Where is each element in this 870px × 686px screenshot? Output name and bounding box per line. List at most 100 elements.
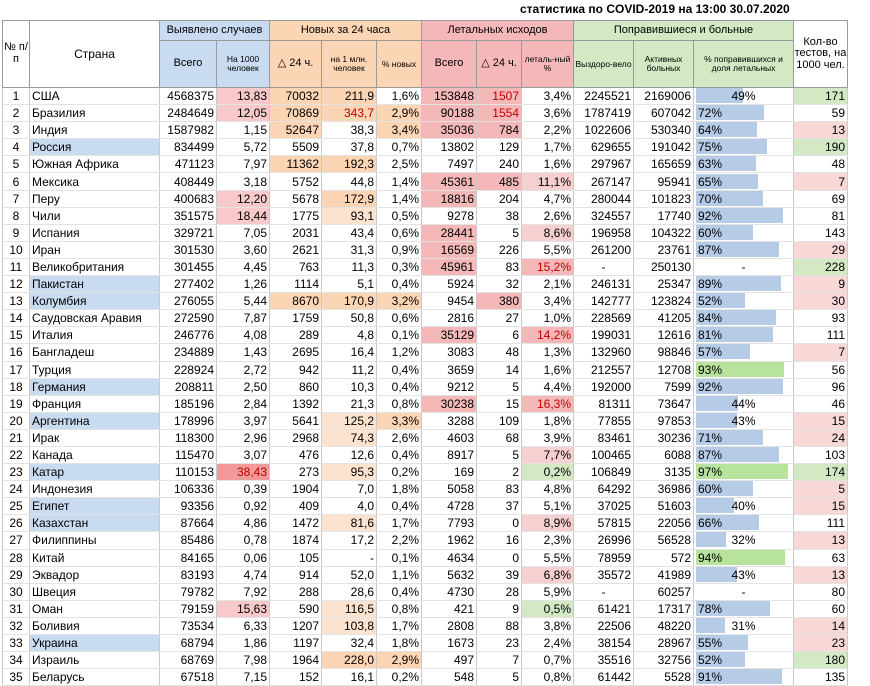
recovered-share-value: 78% — [698, 601, 723, 616]
cases-total: 272590 — [159, 309, 217, 328]
new-per-1m: 116,5 — [321, 600, 377, 618]
table-row: 20 Аргентина 178996 3,97 5641 125,2 3,3% 3288 10… — [2, 412, 848, 430]
recovered-share: 91% — [693, 668, 794, 686]
row-number: 1 — [2, 86, 30, 106]
row-number: 19 — [2, 395, 30, 413]
new-24h: 11362 — [269, 155, 322, 174]
row-number: 24 — [2, 480, 30, 499]
recovered-share-value: 60% — [698, 482, 723, 497]
lethal-percent: 3,8% — [521, 617, 574, 636]
table-row: 2 Бразилия 2484649 12,05 70869 343,7 2,9% 90188… — [2, 104, 848, 123]
new-24h: 70032 — [269, 86, 322, 106]
table-row: 18 Германия 208811 2,50 860 10,3 0,4% 9212 5 4,4%… — [2, 378, 848, 396]
new-percent: 0,5% — [376, 207, 422, 225]
row-number: 17 — [2, 361, 30, 379]
lethal-24h: 7 — [476, 651, 522, 670]
new-percent: 2,2% — [376, 531, 422, 550]
country-name: США — [29, 86, 160, 106]
country-name: Индия — [29, 121, 160, 140]
lethal-total: 1962 — [421, 531, 477, 550]
table-row: 33 Украина 68794 1,86 1197 32,4 1,8% 1673 23 2,4%… — [2, 634, 848, 653]
recovered-total: 228569 — [573, 309, 634, 328]
recovered-share: 72% — [693, 104, 794, 123]
row-number: 6 — [2, 172, 30, 191]
cases-per-1000: 7,97 — [216, 155, 270, 174]
lethal-total: 7793 — [421, 514, 477, 533]
recovered-share: 70% — [693, 190, 794, 208]
new-per-1m: 125,2 — [321, 412, 377, 430]
lethal-percent: 1,6% — [521, 155, 574, 174]
recovered-share-value: - — [741, 584, 746, 599]
lethal-total: 3288 — [421, 412, 477, 430]
cases-total: 118300 — [159, 429, 217, 447]
active-cases: 41205 — [633, 309, 694, 328]
cases-per-1000: 13,83 — [216, 86, 270, 106]
recovered-total: - — [573, 258, 634, 277]
new-per-1m: 170,9 — [321, 292, 377, 311]
tests-per-1000: 174 — [793, 463, 848, 482]
lethal-24h: 5 — [476, 668, 522, 686]
lethal-percent: 15,2% — [521, 258, 574, 277]
recovered-total: 629655 — [573, 138, 634, 157]
cases-total: 68769 — [159, 651, 217, 670]
new-per-1m: 81,6 — [321, 514, 377, 533]
tests-per-1000: 135 — [793, 668, 848, 686]
new-24h: 1472 — [269, 514, 322, 533]
country-name: Иран — [29, 241, 160, 259]
cases-total: 110153 — [159, 463, 217, 482]
lethal-percent: 2,4% — [521, 634, 574, 653]
cases-per-1000: 1,86 — [216, 634, 270, 653]
country-name: Беларусь — [29, 668, 160, 686]
recovered-share: 52% — [693, 651, 794, 670]
row-number: 13 — [2, 292, 30, 311]
tests-per-1000: 96 — [793, 378, 848, 396]
country-name: Россия — [29, 138, 160, 157]
recovered-total: 297967 — [573, 155, 634, 174]
cases-per-1000: 15,63 — [216, 600, 270, 618]
cases-per-1000: 7,92 — [216, 583, 270, 601]
recovered-total: 83461 — [573, 429, 634, 447]
recovered-total: 38154 — [573, 634, 634, 653]
new-24h: 289 — [269, 326, 322, 345]
lethal-percent: 1,6% — [521, 361, 574, 379]
table-row: 7 Перу 400683 12,20 5678 172,9 1,4% 18816 204 4,7… — [2, 190, 848, 208]
new-per-1m: 228,0 — [321, 651, 377, 670]
recovered-share-value: 55% — [698, 636, 723, 651]
recovered-total: 100465 — [573, 446, 634, 465]
tests-per-1000: 7 — [793, 172, 848, 191]
cases-per-1000: 6,33 — [216, 617, 270, 636]
lethal-total: 7497 — [421, 155, 477, 174]
recovered-share-value: 64% — [698, 123, 723, 138]
recovered-share: 84% — [693, 309, 794, 328]
lethal-24h: 23 — [476, 634, 522, 653]
new-24h: 1114 — [269, 275, 322, 294]
cases-total: 208811 — [159, 378, 217, 396]
header-lethal-total: Всего — [421, 40, 477, 88]
new-percent: 0,2% — [376, 463, 422, 482]
header-recovered: Поправившиеся и больные — [573, 20, 794, 41]
country-name: Перу — [29, 190, 160, 208]
table-row: 17 Турция 228924 2,72 942 11,2 0,4% 3659 14 1,6% 2… — [2, 361, 848, 379]
new-24h: 476 — [269, 446, 322, 465]
tests-per-1000: 60 — [793, 600, 848, 618]
new-24h: 1207 — [269, 617, 322, 636]
lethal-total: 35036 — [421, 121, 477, 140]
recovered-share: 66% — [693, 514, 794, 533]
row-number: 33 — [2, 634, 30, 653]
recovered-total: 1022606 — [573, 121, 634, 140]
recovered-share: 97% — [693, 463, 794, 482]
active-cases: 97853 — [633, 412, 694, 430]
cases-total: 83193 — [159, 566, 217, 584]
new-percent: 1,4% — [376, 172, 422, 191]
active-cases: 2169006 — [633, 86, 694, 106]
country-name: Колумбия — [29, 292, 160, 311]
country-name: Ирак — [29, 429, 160, 447]
new-24h: 5678 — [269, 190, 322, 208]
lethal-total: 169 — [421, 463, 477, 482]
new-percent: 2,9% — [376, 651, 422, 670]
table-row: 16 Бангладеш 234889 1,43 2695 16,4 1,2% 3083 48 1… — [2, 343, 848, 362]
lethal-percent: 4,4% — [521, 378, 574, 396]
cases-per-1000: 2,72 — [216, 361, 270, 379]
active-cases: 95941 — [633, 172, 694, 191]
new-24h: 2968 — [269, 429, 322, 447]
